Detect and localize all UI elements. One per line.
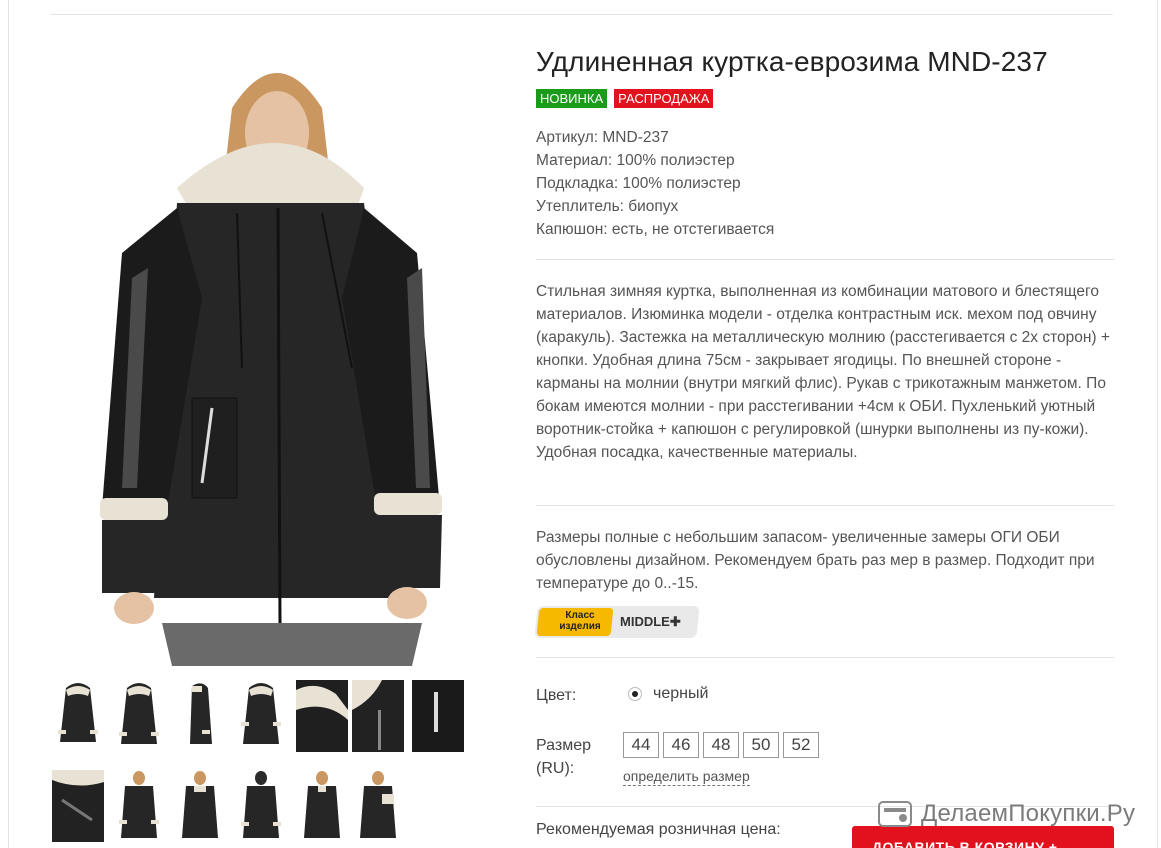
thumbnail-11[interactable] — [235, 770, 287, 842]
jacket-photo — [52, 38, 492, 666]
price-label: Рекомендуемая розничная цена: — [536, 821, 781, 838]
thumbnail-10[interactable] — [174, 770, 226, 842]
class-tag-line2: изделия — [559, 621, 601, 632]
spec-article: Артикул: MND-237 — [536, 129, 669, 146]
top-divider — [50, 14, 1113, 15]
size-note: Размеры полные с небольшим запасом- увел… — [536, 529, 1095, 592]
thumbnail-8[interactable] — [52, 770, 104, 842]
color-radio[interactable] — [628, 687, 642, 701]
product-main-image[interactable] — [52, 38, 492, 666]
spec-material: Материал: 100% полиэстер — [536, 152, 735, 169]
spec-insulation: Утеплитель: биопух — [536, 198, 679, 215]
thumbnail-2[interactable] — [113, 680, 165, 752]
watermark: ДелаемПокупки.Ру — [878, 800, 1135, 828]
spec-hood: Капюшон: есть, не отстегивается — [536, 221, 775, 238]
size-guide-link[interactable]: определить размер — [623, 768, 750, 786]
color-option-black[interactable]: черный — [628, 685, 708, 703]
size-option-50[interactable]: 50 — [743, 732, 779, 758]
thumbnail-5[interactable] — [296, 680, 348, 752]
badge-row: НОВИНКА РАСПРОДАЖА — [536, 89, 720, 108]
class-tag-line1: Класс — [565, 610, 595, 621]
size-option-44[interactable]: 44 — [623, 732, 659, 758]
wallet-icon — [878, 801, 912, 827]
size-option-46[interactable]: 46 — [663, 732, 699, 758]
watermark-text: ДелаемПокупки.Ру — [921, 800, 1136, 827]
thumbnail-1[interactable] — [52, 680, 104, 752]
size-option-48[interactable]: 48 — [703, 732, 739, 758]
color-value: черный — [653, 685, 709, 702]
add-to-cart-button[interactable]: ДОБАВИТЬ В КОРЗИНУ + — [852, 826, 1114, 848]
class-level: MIDDLE✚ — [620, 614, 681, 629]
size-label: Размер (RU): — [536, 737, 591, 777]
thumbnail-6[interactable] — [352, 680, 404, 752]
sale-badge: РАСПРОДАЖА — [614, 89, 714, 108]
product-title: Удлиненная куртка-еврозима MND-237 — [536, 46, 1048, 77]
size-option-52[interactable]: 52 — [783, 732, 819, 758]
thumbnail-9[interactable] — [113, 770, 165, 842]
thumbnail-12[interactable] — [296, 770, 348, 842]
divider — [536, 657, 1114, 658]
new-badge: НОВИНКА — [536, 89, 608, 108]
thumbnail-7[interactable] — [412, 680, 464, 752]
thumbnail-4[interactable] — [235, 680, 287, 752]
size-options: 44 46 48 50 52 — [623, 732, 819, 758]
product-info: Удлиненная куртка-еврозима MND-237 НОВИН… — [534, 40, 1114, 848]
color-label: Цвет: — [536, 687, 577, 704]
product-description: Стильная зимняя куртка, выполненная из к… — [536, 283, 1110, 461]
spec-lining: Подкладка: 100% полиэстер — [536, 175, 741, 192]
divider — [536, 259, 1114, 260]
thumbnail-3[interactable] — [174, 680, 226, 752]
product-class-badge: Класс изделия MIDDLE✚ — [534, 606, 701, 638]
thumbnail-13[interactable] — [352, 770, 404, 842]
divider — [536, 505, 1114, 506]
product-specs: Артикул: MND-237 Материал: 100% полиэсте… — [536, 126, 1114, 241]
